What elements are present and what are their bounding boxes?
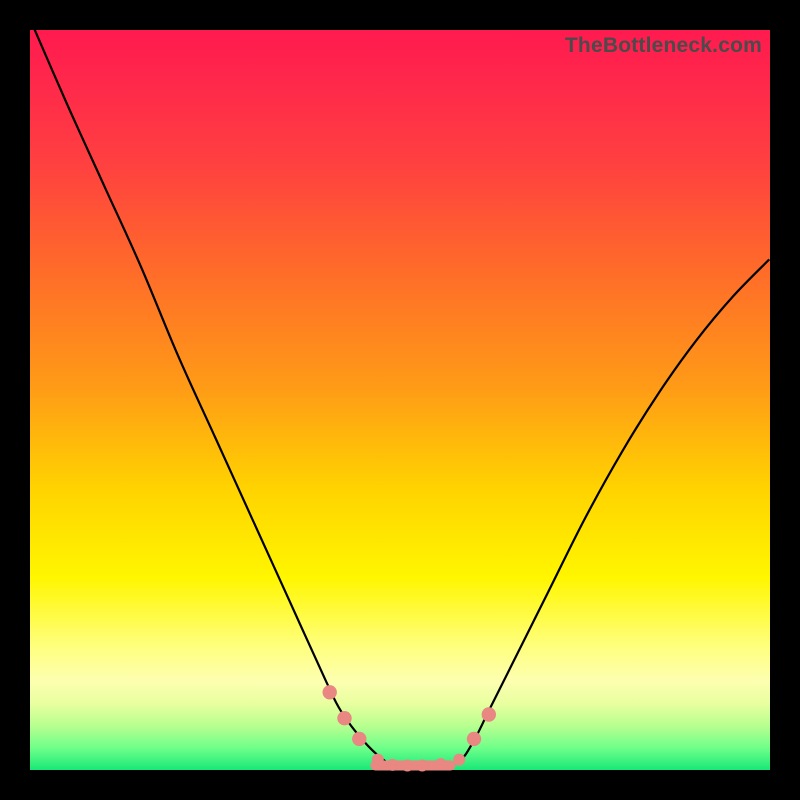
- curve-marker: [337, 711, 351, 725]
- curve-markers: [323, 685, 496, 771]
- curve-marker: [482, 707, 496, 721]
- curve-marker: [453, 754, 465, 766]
- curve-marker: [372, 754, 384, 766]
- chart-frame: TheBottleneck.com: [0, 0, 800, 800]
- curve-marker: [401, 760, 413, 772]
- curve-marker: [435, 758, 447, 770]
- curve-path: [30, 19, 769, 767]
- curve-marker: [323, 685, 337, 699]
- curve-marker: [387, 759, 399, 771]
- curve-marker: [352, 732, 366, 746]
- curve-marker: [416, 760, 428, 772]
- chart-plot-area: TheBottleneck.com: [30, 30, 770, 770]
- bottleneck-curve: [30, 30, 770, 770]
- curve-marker: [467, 732, 481, 746]
